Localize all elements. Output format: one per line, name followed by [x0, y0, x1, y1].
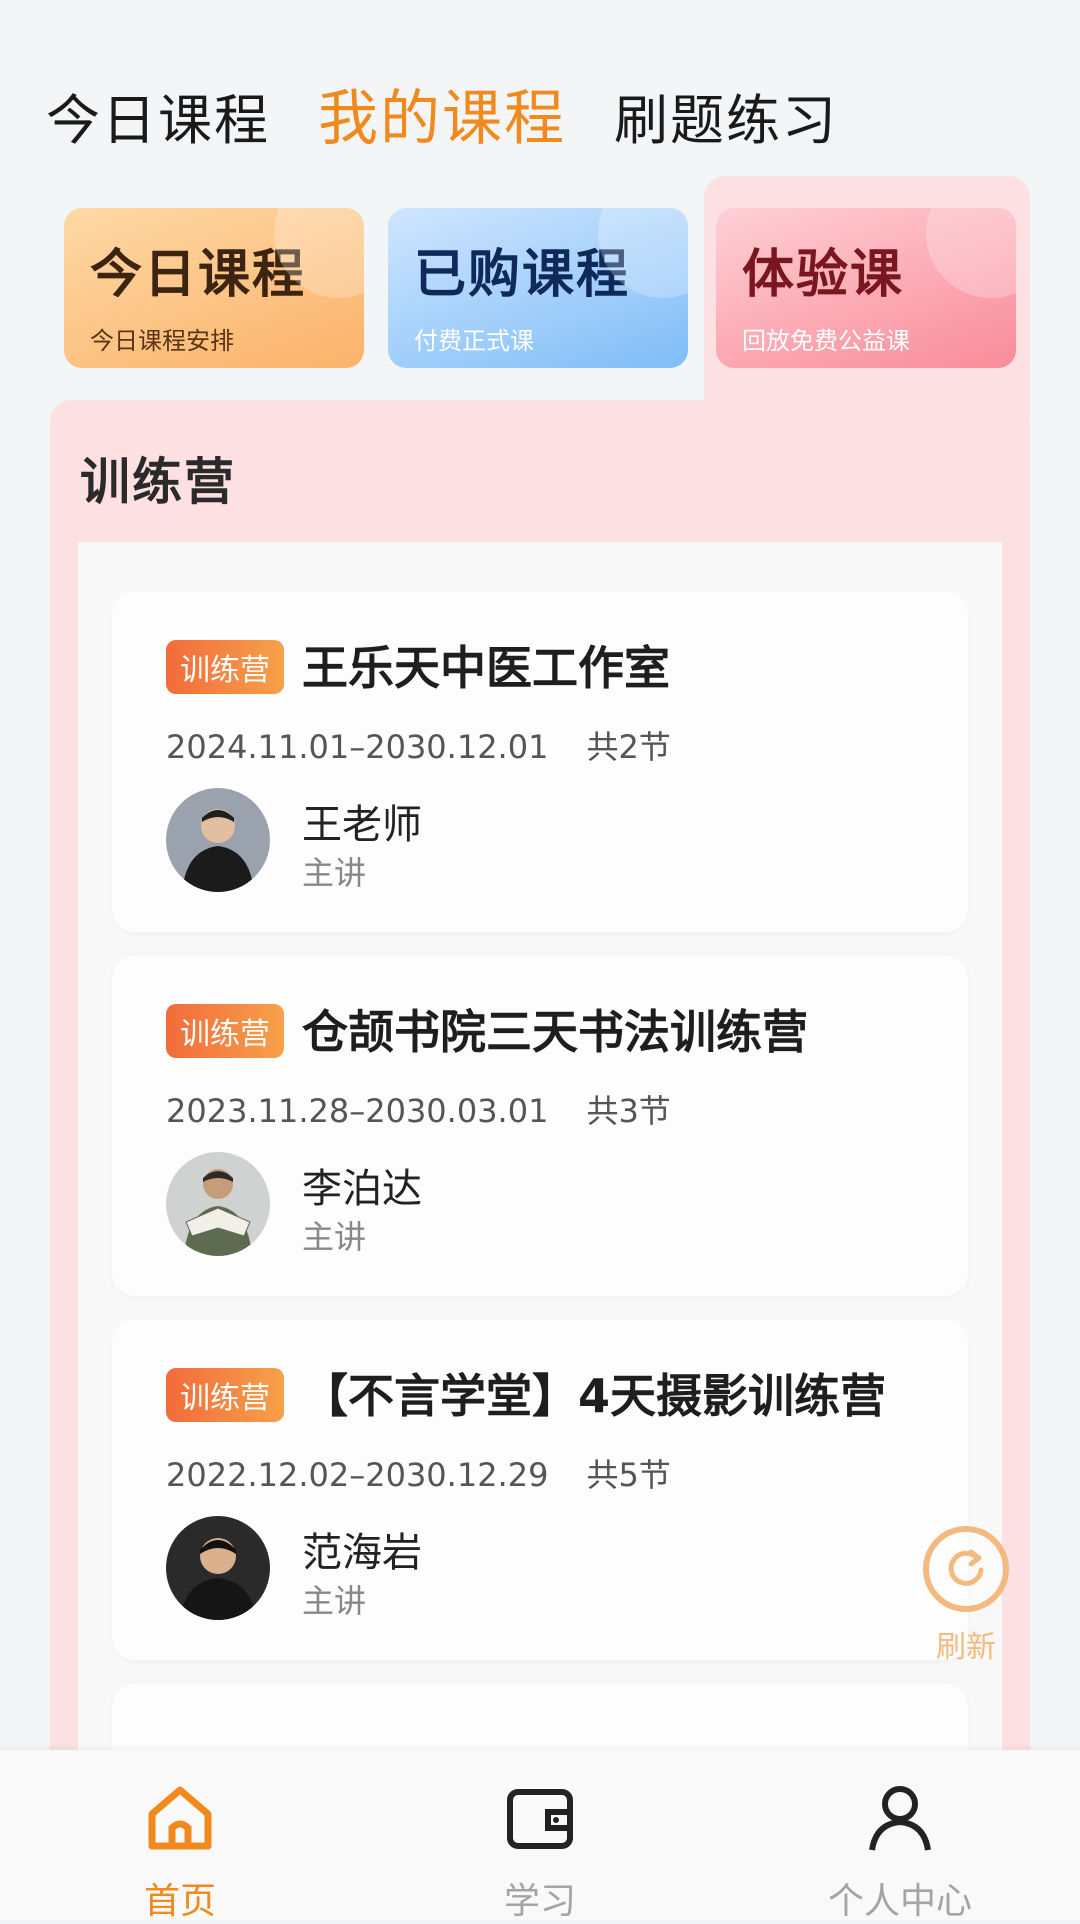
card-subtitle: 回放免费公益课 [742, 327, 910, 355]
wallet-icon [360, 1780, 720, 1860]
avatar [166, 788, 270, 892]
lesson-count: 共2节 [586, 728, 671, 766]
avatar [166, 1516, 270, 1620]
nav-home[interactable]: 首页 [0, 1750, 360, 1922]
refresh-icon [923, 1526, 1009, 1612]
trial-panel: 训练营 训练营 王乐天中医工作室 2024.11.01–2030.12.01 共2… [50, 400, 1030, 1844]
course-card[interactable]: 训练营 王乐天中医工作室 2024.11.01–2030.12.01 共2节 王老… [112, 592, 968, 932]
course-badge: 训练营 [166, 1368, 284, 1422]
course-list: 训练营 王乐天中医工作室 2024.11.01–2030.12.01 共2节 王老… [78, 542, 1002, 1844]
nav-label: 个人中心 [827, 1881, 972, 1922]
course-title: 王乐天中医工作室 [302, 641, 670, 695]
nav-label: 学习 [503, 1881, 576, 1922]
course-meta: 2022.12.02–2030.12.29 共5节 [166, 1450, 671, 1496]
nav-label: 首页 [143, 1881, 216, 1922]
course-title: 仓颉书院三天书法训练营 [302, 1005, 808, 1059]
course-meta: 2023.11.28–2030.03.01 共3节 [166, 1086, 671, 1132]
teacher-role: 主讲 [302, 854, 367, 892]
lesson-count: 共3节 [586, 1092, 671, 1130]
course-badge: 训练营 [166, 1004, 284, 1058]
teacher-role: 主讲 [302, 1582, 367, 1620]
nav-profile[interactable]: 个人中心 [720, 1750, 1080, 1922]
teacher-name: 王老师 [302, 802, 422, 848]
course-badge: 训练营 [166, 640, 284, 694]
course-title: 【不言学堂】4天摄影训练营 [302, 1369, 887, 1423]
teacher-name: 范海岩 [302, 1530, 422, 1576]
card-trial-courses[interactable]: 体验课 回放免费公益课 [716, 208, 1016, 368]
course-dates: 2022.12.02–2030.12.29 [166, 1456, 549, 1494]
course-meta: 2024.11.01–2030.12.01 共2节 [166, 722, 671, 768]
nav-study[interactable]: 学习 [360, 1750, 720, 1922]
course-dates: 2023.11.28–2030.03.01 [166, 1092, 549, 1130]
avatar [166, 1152, 270, 1256]
card-subtitle: 今日课程安排 [90, 327, 234, 355]
category-cards: 今日课程 今日课程安排 已购课程 付费正式课 体验课 回放免费公益课 [50, 176, 1030, 416]
refresh-label: 刷新 [936, 1630, 996, 1665]
top-tab-bar: 今日课程 我的课程 刷题练习 [46, 70, 886, 157]
tab-today-courses[interactable]: 今日课程 [46, 76, 270, 155]
teacher-role: 主讲 [302, 1218, 367, 1256]
tab-practice[interactable]: 刷题练习 [614, 76, 838, 155]
card-today-courses[interactable]: 今日课程 今日课程安排 [64, 208, 364, 368]
card-subtitle: 付费正式课 [414, 327, 534, 355]
refresh-button[interactable]: 刷新 [918, 1526, 1014, 1666]
lesson-count: 共5节 [586, 1456, 671, 1494]
course-card[interactable]: 训练营 仓颉书院三天书法训练营 2023.11.28–2030.03.01 共3节… [112, 956, 968, 1296]
bottom-nav: 首页 学习 个人中心 [0, 1750, 1080, 1922]
home-icon [0, 1780, 360, 1860]
teacher-name: 李泊达 [302, 1166, 422, 1212]
course-card[interactable]: 训练营 【不言学堂】4天摄影训练营 2022.12.02–2030.12.29 共… [112, 1320, 968, 1660]
user-icon [720, 1780, 1080, 1860]
tab-my-courses[interactable]: 我的课程 [318, 70, 566, 157]
course-dates: 2024.11.01–2030.12.01 [166, 728, 549, 766]
card-purchased-courses[interactable]: 已购课程 付费正式课 [388, 208, 688, 368]
section-title: 训练营 [80, 453, 236, 511]
